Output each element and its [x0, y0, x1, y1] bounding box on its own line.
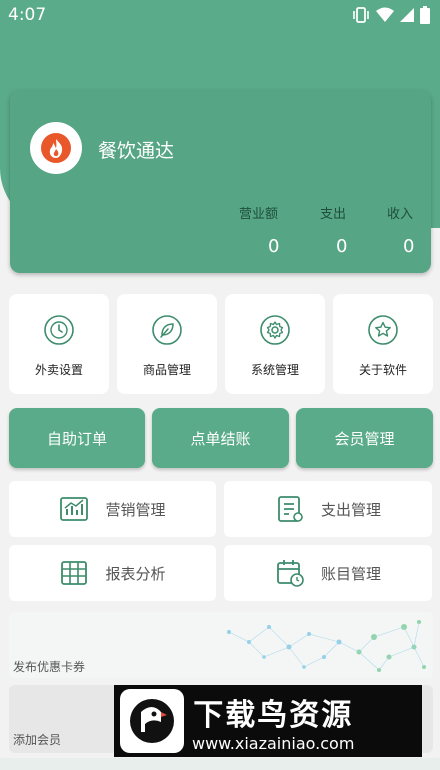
coupon-banner[interactable]: 发布优惠卡券	[9, 612, 433, 678]
watermark-overlay: 下载鸟资源 www.xiazainiao.com	[114, 685, 422, 757]
document-icon	[278, 496, 303, 522]
bottom-strip	[0, 758, 440, 770]
order-checkout-button[interactable]: 点单结账	[152, 408, 289, 468]
watermark-title: 下载鸟资源	[193, 697, 354, 733]
stat-income-value: 0	[403, 236, 415, 257]
self-order-button[interactable]: 自助订单	[9, 408, 145, 468]
report-analysis-button[interactable]: 报表分析	[9, 545, 216, 601]
signal-icon	[400, 8, 414, 22]
tile-label: 商品管理	[142, 363, 191, 377]
clock-icon	[44, 315, 74, 345]
tile-label: 外卖设置	[34, 363, 83, 377]
fire-icon	[41, 133, 71, 163]
add-member-banner-label: 添加会员	[13, 733, 62, 747]
table-icon	[61, 561, 88, 585]
menu-label: 报表分析	[105, 564, 166, 583]
wifi-icon	[376, 7, 394, 22]
battery-icon	[420, 6, 430, 24]
watermark-url: www.xiazainiao.com	[192, 733, 355, 753]
network-decoration	[227, 620, 426, 672]
tile-delivery-settings[interactable]: 外卖设置	[9, 294, 109, 394]
stat-revenue-label: 营业额	[239, 207, 279, 222]
stat-expense-label: 支出	[320, 207, 347, 222]
tile-system-management[interactable]: 系统管理	[225, 294, 325, 394]
status-time: 4:07	[8, 5, 47, 25]
stat-revenue-value: 0	[268, 236, 280, 257]
summary-card: 餐饮通达 营业额 支出 收入 0 0 0	[10, 90, 431, 273]
status-icons	[352, 6, 430, 24]
menu-label: 营销管理	[105, 500, 166, 519]
bird-logo-icon	[120, 689, 184, 753]
calendar-clock-icon	[277, 560, 304, 587]
vibrate-icon	[353, 7, 369, 23]
tile-about-software[interactable]: 关于软件	[333, 294, 433, 394]
coupon-banner-label: 发布优惠卡券	[13, 660, 86, 674]
member-management-button[interactable]: 会员管理	[296, 408, 433, 468]
tile-label: 关于软件	[358, 363, 407, 377]
chart-icon	[60, 497, 89, 521]
stat-expense-value: 0	[336, 236, 348, 257]
expense-management-button[interactable]: 支出管理	[224, 481, 432, 537]
star-icon	[368, 315, 398, 345]
app-title: 餐饮通达	[98, 140, 175, 162]
accounts-management-button[interactable]: 账目管理	[224, 545, 432, 601]
app-logo	[30, 122, 82, 174]
tile-label: 系统管理	[250, 363, 299, 377]
stat-income-label: 收入	[387, 207, 414, 222]
gear-icon	[260, 315, 290, 345]
menu-label: 支出管理	[320, 500, 381, 519]
leaf-icon	[152, 315, 182, 345]
marketing-management-button[interactable]: 营销管理	[9, 481, 216, 537]
menu-label: 账目管理	[320, 564, 381, 583]
status-bar: 4:07	[0, 0, 440, 30]
tile-product-management[interactable]: 商品管理	[117, 294, 217, 394]
